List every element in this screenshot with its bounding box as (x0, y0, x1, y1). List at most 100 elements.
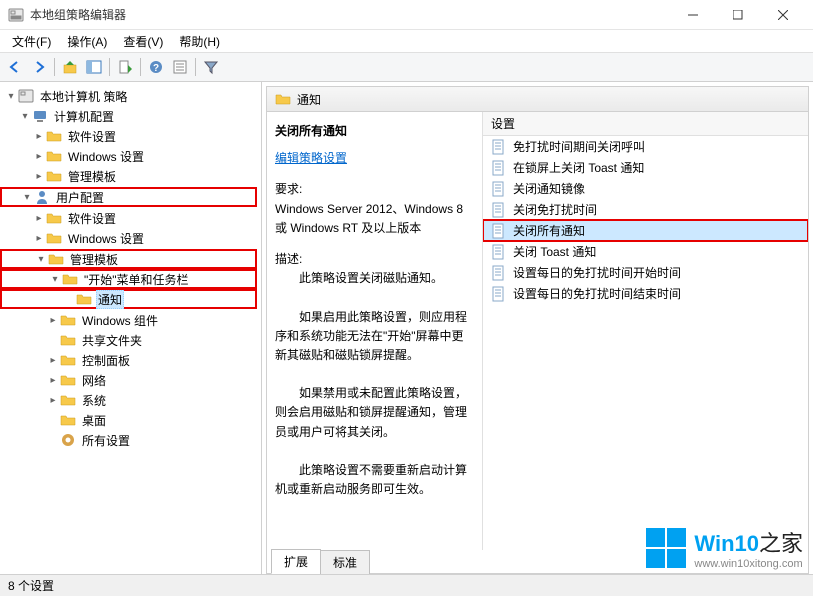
maximize-button[interactable] (715, 0, 760, 30)
policy-item-icon (491, 286, 507, 302)
tree-root[interactable]: ▾ 本地计算机 策略 (0, 86, 261, 106)
tree-item[interactable]: ▸网络 (0, 370, 261, 390)
folder-icon (60, 412, 76, 428)
requirements-label: 要求: (275, 180, 474, 199)
expand-icon[interactable]: ▾ (34, 254, 48, 265)
tree-notifications[interactable]: 通知 (0, 289, 257, 309)
requirements-text: Windows Server 2012、Windows 8 或 Windows … (275, 200, 474, 238)
window-controls (670, 0, 805, 30)
list-row[interactable]: 关闭通知镜像 (483, 178, 808, 199)
help-button[interactable]: ? (145, 56, 167, 78)
main-area: ▾ 本地计算机 策略 ▾ 计算机配置 ▸软件设置 ▸Windows 设置 ▸管理… (0, 82, 813, 574)
tree-item[interactable]: 所有设置 (0, 430, 261, 450)
description-p3: 如果禁用或未配置此策略设置，则会启用磁贴和锁屏提醒通知，管理员或用户可将其关闭。 (275, 384, 474, 442)
tree-label: 通知 (96, 290, 124, 309)
content-title: 通知 (297, 91, 321, 108)
list-row[interactable]: 设置每日的免打扰时间结束时间 (483, 283, 808, 304)
filter-button[interactable] (200, 56, 222, 78)
menu-file[interactable]: 文件(F) (4, 31, 59, 52)
folder-icon (46, 210, 62, 226)
list-row[interactable]: 关闭所有通知 (483, 220, 808, 241)
tree-item[interactable]: ▸ Windows 组件 (0, 310, 261, 330)
expand-icon[interactable]: ▸ (46, 395, 60, 406)
tree-label: Windows 设置 (66, 229, 146, 248)
folder-icon (60, 352, 76, 368)
list-row[interactable]: 免打扰时间期间关闭呼叫 (483, 136, 808, 157)
tree-label: 所有设置 (80, 431, 132, 450)
description-p1: 此策略设置关闭磁贴通知。 (275, 269, 474, 288)
tree-label: Windows 设置 (66, 147, 146, 166)
tree-pane[interactable]: ▾ 本地计算机 策略 ▾ 计算机配置 ▸软件设置 ▸Windows 设置 ▸管理… (0, 82, 262, 574)
titlebar: 本地组策略编辑器 (0, 0, 813, 30)
tree-item[interactable]: ▸管理模板 (0, 166, 261, 186)
policy-item-icon (491, 265, 507, 281)
expand-icon[interactable]: ▸ (32, 213, 46, 224)
list-row[interactable]: 关闭免打扰时间 (483, 199, 808, 220)
separator (54, 58, 55, 76)
folder-icon (46, 128, 62, 144)
tree-user-config[interactable]: ▾ 用户配置 (0, 187, 257, 207)
expand-icon[interactable]: ▸ (32, 171, 46, 182)
right-pane: 通知 关闭所有通知 编辑策略设置 要求: Windows Server 2012… (262, 82, 813, 574)
statusbar: 8 个设置 (0, 574, 813, 596)
expand-icon[interactable]: ▾ (20, 192, 34, 203)
tree-item[interactable]: ▸软件设置 (0, 126, 261, 146)
status-text: 8 个设置 (8, 577, 54, 594)
export-button[interactable] (114, 56, 136, 78)
list-item-label: 关闭所有通知 (513, 222, 585, 239)
menu-help[interactable]: 帮助(H) (171, 31, 228, 52)
menu-view[interactable]: 查看(V) (115, 31, 171, 52)
list-row[interactable]: 设置每日的免打扰时间开始时间 (483, 262, 808, 283)
tree-item[interactable]: ▸ Windows 设置 (0, 146, 261, 166)
policy-item-icon (491, 181, 507, 197)
policy-item-icon (491, 139, 507, 155)
tree-item[interactable]: ▸ 控制面板 (0, 350, 261, 370)
tree-item[interactable]: 桌面 (0, 410, 261, 430)
close-button[interactable] (760, 0, 805, 30)
tree-label: 控制面板 (80, 351, 132, 370)
menu-action[interactable]: 操作(A) (59, 31, 115, 52)
tree-label: Windows 组件 (80, 311, 160, 330)
tree-start-menu[interactable]: ▾ "开始"菜单和任务栏 (0, 269, 257, 289)
tree-computer-config[interactable]: ▾ 计算机配置 (0, 106, 261, 126)
expand-icon[interactable]: ▸ (46, 355, 60, 366)
policy-icon (18, 88, 34, 104)
tree-item[interactable]: ▸ Windows 设置 (0, 228, 261, 248)
settings-list[interactable]: 设置 免打扰时间期间关闭呼叫在锁屏上关闭 Toast 通知关闭通知镜像关闭免打扰… (483, 112, 808, 550)
list-header[interactable]: 设置 (483, 112, 808, 136)
forward-button[interactable] (28, 56, 50, 78)
list-row[interactable]: 在锁屏上关闭 Toast 通知 (483, 157, 808, 178)
list-item-label: 关闭通知镜像 (513, 180, 585, 197)
properties-button[interactable] (169, 56, 191, 78)
policy-item-icon (491, 223, 507, 239)
list-row[interactable]: 关闭 Toast 通知 (483, 241, 808, 262)
back-button[interactable] (4, 56, 26, 78)
list-item-label: 在锁屏上关闭 Toast 通知 (513, 159, 644, 176)
tree-label: 计算机配置 (52, 107, 116, 126)
expand-icon[interactable]: ▾ (18, 111, 32, 122)
expand-icon[interactable]: ▾ (48, 274, 62, 285)
minimize-button[interactable] (670, 0, 715, 30)
tree-label: 共享文件夹 (80, 331, 144, 350)
separator (140, 58, 141, 76)
tab-extended[interactable]: 扩展 (271, 549, 321, 574)
tree-item[interactable]: ▸软件设置 (0, 208, 261, 228)
edit-policy-link[interactable]: 编辑策略设置 (275, 151, 347, 165)
tab-standard[interactable]: 标准 (320, 550, 370, 574)
tree-item[interactable]: 共享文件夹 (0, 330, 261, 350)
policy-title: 关闭所有通知 (275, 122, 474, 141)
expand-icon[interactable]: ▸ (32, 131, 46, 142)
show-hide-tree-button[interactable] (83, 56, 105, 78)
expand-icon[interactable]: ▸ (32, 151, 46, 162)
user-icon (34, 189, 50, 205)
up-button[interactable] (59, 56, 81, 78)
expand-icon[interactable]: ▸ (32, 233, 46, 244)
tree-item[interactable]: ▸系统 (0, 390, 261, 410)
computer-icon (32, 108, 48, 124)
tree-label: "开始"菜单和任务栏 (82, 270, 191, 289)
expand-icon[interactable]: ▸ (46, 315, 60, 326)
expand-icon[interactable]: ▾ (4, 91, 18, 102)
tree-label: 管理模板 (68, 250, 120, 269)
expand-icon[interactable]: ▸ (46, 375, 60, 386)
tree-admin-templates[interactable]: ▾ 管理模板 (0, 249, 257, 269)
